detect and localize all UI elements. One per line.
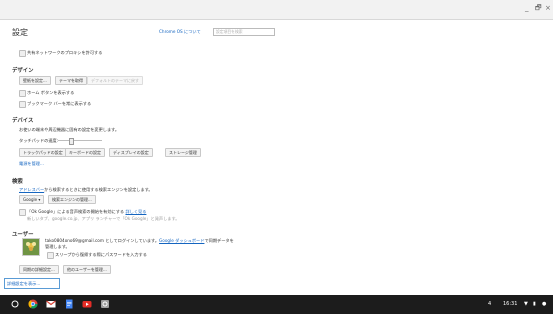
search-heading: 検索 (12, 179, 23, 185)
home-button-checkbox[interactable] (19, 90, 26, 97)
settings-icon[interactable] (100, 299, 110, 309)
device-heading: デバイス (12, 118, 34, 124)
keyboard-settings-button[interactable]: キーボードの設定 (65, 148, 105, 157)
set-wallpaper-button[interactable]: 壁紙を設定... (19, 76, 51, 85)
advanced-sync-button[interactable]: 同期の詳細設定... (19, 265, 59, 274)
gmail-icon[interactable] (46, 299, 56, 309)
chrome-icon[interactable] (28, 299, 38, 309)
home-button-label: ホーム ボタンを表示する (27, 90, 75, 95)
search-description: アドレスバーから検索するときに使用する検索エンジンを設定します。 (19, 187, 153, 193)
ok-google-checkbox[interactable] (19, 209, 26, 216)
notification-count[interactable]: 4 (488, 301, 491, 307)
youtube-icon[interactable] (82, 299, 92, 309)
wifi-icon[interactable]: ▼ (524, 301, 528, 307)
ok-google-sub: 新しいタブ、google.co.jp、アプリ ランチャーで「Ok Google」… (27, 216, 180, 221)
maximize-button[interactable]: 🗗 (535, 4, 542, 15)
design-heading: デザイン (12, 68, 34, 74)
search-engine-value: Google (23, 197, 38, 202)
learn-more-link[interactable]: 詳しく見る (125, 209, 146, 214)
proxy-checkbox-label: 共有ネットワークのプロキシを許可する (27, 50, 103, 55)
ok-google-label-text: 「Ok Google」による音声検索の開始を有効にする (27, 209, 125, 214)
page-title: 設定 (12, 28, 28, 37)
settings-search-input[interactable]: 設定項目を検索 (213, 28, 275, 36)
storage-management-button[interactable]: ストレージ管理 (165, 148, 201, 157)
sleep-password-checkbox[interactable] (47, 252, 54, 259)
ok-google-label: 「Ok Google」による音声検索の開始を有効にする 詳しく見る (27, 209, 146, 215)
about-chrome-os-link[interactable]: Chrome OS について (159, 29, 201, 35)
search-engine-select[interactable]: Google ▾ (19, 195, 45, 204)
manage-users-button[interactable]: 他のユーザーを管理... (63, 265, 111, 274)
address-bar-link[interactable]: アドレスバー (19, 187, 44, 192)
users-heading: ユーザー (12, 232, 34, 238)
show-advanced-settings-link[interactable]: 詳細設定を表示... (4, 278, 60, 289)
get-themes-button[interactable]: テーマを取得 (55, 76, 87, 85)
device-description: お使いの端末や周辺機器に固有の設定を変更します。 (19, 127, 120, 132)
manage-search-engines-button[interactable]: 検索エンジンの管理... (48, 195, 96, 204)
chevron-down-icon: ▾ (38, 197, 41, 202)
clock[interactable]: 16:31 (503, 301, 517, 307)
user-avatar (22, 238, 40, 256)
bookmark-bar-label: ブックマーク バーを常に表示する (27, 101, 92, 106)
search-description-text: から検索するときに使用する検索エンジンを設定します。 (44, 187, 153, 192)
display-settings-button[interactable]: ディスプレイの設定 (109, 148, 153, 157)
docs-icon[interactable] (64, 299, 74, 309)
minimize-button[interactable]: _ (525, 4, 529, 12)
trackpad-settings-button[interactable]: トラックパッドの設定 (19, 148, 67, 157)
window-titlebar: _ 🗗 × (0, 0, 553, 20)
signed-in-text: tako0804ono69@gmail.com としてログインしています。 (45, 238, 160, 243)
signed-in-text-2: で同期データを (204, 238, 234, 243)
power-management-link[interactable]: 電源を管理... (19, 161, 44, 167)
bookmark-bar-checkbox[interactable] (19, 101, 26, 108)
launcher-icon[interactable] (10, 299, 20, 309)
sleep-password-label: スリープから復帰する際にパスワードを入力する (55, 252, 147, 257)
signed-in-status-line2: 管理します。 (45, 244, 70, 249)
close-button[interactable]: × (545, 4, 551, 12)
account-icon[interactable]: ● (542, 301, 546, 307)
touchpad-speed-slider[interactable] (58, 138, 102, 145)
proxy-checkbox[interactable] (19, 50, 26, 57)
touchpad-speed-label: タッチパッドの速度: (19, 138, 59, 143)
settings-page: 設定 Chrome OS について 設定項目を検索 共有ネットワークのプロキシを… (0, 20, 553, 297)
google-dashboard-link[interactable]: Google ダッシュボード (159, 238, 204, 243)
shelf: 4 16:31 ▼ ▮ ● (0, 295, 553, 314)
avatar-flower-image (23, 239, 39, 255)
battery-icon[interactable]: ▮ (533, 301, 536, 307)
reset-theme-button[interactable]: デフォルトのテーマに戻す (87, 76, 143, 85)
signed-in-status: tako0804ono69@gmail.com としてログインしています。Goo… (45, 238, 234, 244)
slider-knob[interactable] (69, 138, 74, 145)
